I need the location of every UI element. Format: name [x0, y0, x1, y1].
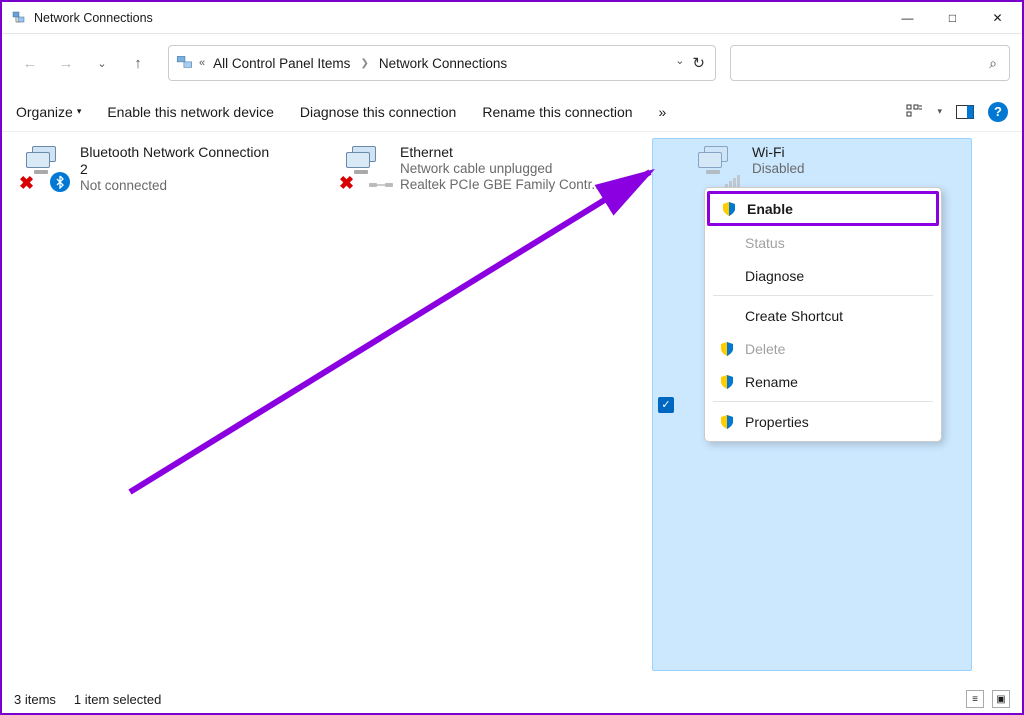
chevron-right-icon: ❯: [358, 58, 370, 69]
view-options-icon[interactable]: [905, 103, 923, 121]
rename-connection-button[interactable]: Rename this connection: [482, 104, 632, 120]
refresh-icon[interactable]: ↻: [692, 54, 705, 72]
address-bar[interactable]: « All Control Panel Items ❯ Network Conn…: [168, 45, 716, 81]
breadcrumb-item-0[interactable]: All Control Panel Items: [209, 56, 354, 71]
connection-status: Not connected: [80, 178, 269, 193]
ctx-separator: [713, 401, 933, 402]
connection-icon: ✖: [18, 142, 70, 194]
ctx-delete: Delete: [705, 332, 941, 365]
connection-icon: ✖: [338, 142, 390, 194]
chevron-down-icon: ▾: [77, 106, 82, 117]
status-selected-count: 1 item selected: [74, 692, 161, 707]
maximize-button[interactable]: □: [930, 3, 975, 33]
search-input[interactable]: ⌕: [730, 45, 1010, 81]
ctx-rename[interactable]: Rename: [705, 365, 941, 398]
connection-name: Bluetooth Network Connection: [80, 144, 269, 160]
close-button[interactable]: ✕: [975, 3, 1020, 33]
context-menu: Enable Status Diagnose Create Shortcut D…: [704, 187, 942, 442]
window-title: Network Connections: [34, 11, 153, 25]
ctx-label: Delete: [745, 341, 785, 357]
ctx-enable[interactable]: Enable: [707, 191, 939, 226]
selection-checkbox[interactable]: ✓: [658, 397, 674, 413]
recent-locations-button[interactable]: ⌄: [86, 47, 118, 79]
ctx-label: Create Shortcut: [745, 308, 843, 324]
large-icons-view-icon[interactable]: ▣: [992, 690, 1010, 708]
connection-status: Disabled: [752, 161, 805, 176]
forward-button[interactable]: →: [50, 47, 82, 79]
status-item-count: 3 items: [14, 692, 56, 707]
connection-name: Ethernet: [400, 144, 603, 160]
ctx-label: Diagnose: [745, 268, 804, 284]
ctx-separator: [713, 295, 933, 296]
navbar: ← → ⌄ ↑ « All Control Panel Items ❯ Netw…: [2, 34, 1022, 92]
connection-name: Wi-Fi: [752, 144, 805, 160]
diagnose-connection-button[interactable]: Diagnose this connection: [300, 104, 456, 120]
error-x-icon: ✖: [19, 176, 35, 192]
toolbar-overflow[interactable]: »: [659, 104, 667, 120]
titlebar: Network Connections — □ ✕: [2, 2, 1022, 34]
items-pane: ✖ Bluetooth Network Connection 2 Not con…: [2, 132, 1022, 677]
connection-status: Network cable unplugged: [400, 161, 603, 176]
view-dropdown-icon[interactable]: ▾: [937, 106, 942, 117]
status-bar: 3 items 1 item selected ≡ ▣: [2, 685, 1022, 713]
bluetooth-icon: [50, 172, 70, 192]
ctx-label: Enable: [747, 201, 793, 217]
breadcrumb-item-1[interactable]: Network Connections: [375, 56, 511, 71]
app-icon: [10, 9, 28, 27]
ethernet-cable-icon: [368, 180, 394, 190]
shield-icon: [719, 341, 735, 357]
preview-pane-icon[interactable]: [956, 103, 974, 121]
back-button[interactable]: ←: [14, 47, 46, 79]
ctx-diagnose[interactable]: Diagnose: [705, 259, 941, 292]
enable-device-button[interactable]: Enable this network device: [107, 104, 274, 120]
ctx-properties[interactable]: Properties: [705, 405, 941, 438]
shield-icon: [721, 201, 737, 217]
ctx-label: Status: [745, 235, 785, 251]
ctx-status: Status: [705, 226, 941, 259]
up-button[interactable]: ↑: [122, 47, 154, 79]
shield-icon: [719, 414, 735, 430]
address-dropdown-icon[interactable]: ⌄: [675, 54, 684, 72]
connection-device: Realtek PCIe GBE Family Contr...: [400, 177, 603, 192]
details-view-icon[interactable]: ≡: [966, 690, 984, 708]
error-x-icon: ✖: [339, 176, 355, 192]
organize-label: Organize: [16, 104, 73, 120]
ctx-label: Rename: [745, 374, 798, 390]
ctx-create-shortcut[interactable]: Create Shortcut: [705, 299, 941, 332]
shield-icon: [719, 374, 735, 390]
connection-name-2: 2: [80, 161, 269, 177]
search-icon: ⌕: [989, 55, 997, 72]
breadcrumb-prefix: «: [199, 57, 205, 69]
connection-bluetooth[interactable]: ✖ Bluetooth Network Connection 2 Not con…: [12, 138, 332, 671]
help-icon[interactable]: ?: [988, 102, 1008, 122]
minimize-button[interactable]: —: [885, 3, 930, 33]
organize-button[interactable]: Organize ▾: [16, 104, 81, 120]
command-bar: Organize ▾ Enable this network device Di…: [2, 92, 1022, 132]
ctx-label: Properties: [745, 414, 809, 430]
connection-ethernet[interactable]: ✖ Ethernet Network cable unplugged Realt…: [332, 138, 652, 671]
network-connections-icon: [175, 53, 195, 73]
